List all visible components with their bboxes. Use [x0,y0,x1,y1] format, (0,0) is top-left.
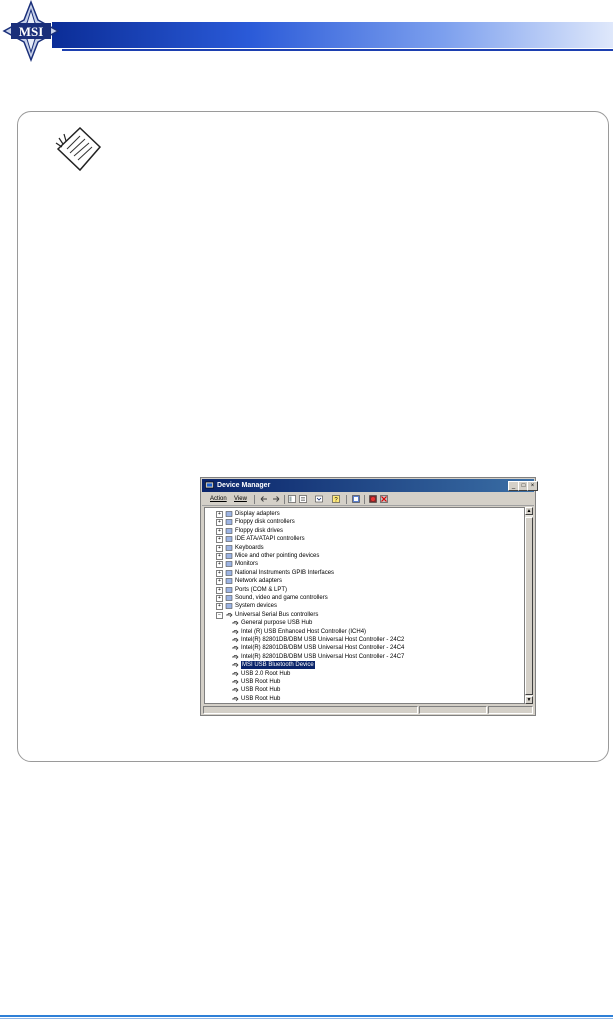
usb-icon [232,629,239,634]
expand-icon[interactable]: + [216,527,223,535]
system-device-icon [225,603,233,610]
usb-icon [232,696,239,702]
window-title: Device Manager [217,482,271,489]
expand-icon[interactable]: + [216,603,223,611]
toolbar-separator [364,495,365,504]
tree-item-label: MSI USB Bluetooth Device [241,661,315,670]
device-tree: + Display adapters + Floppy disk controller… [204,507,525,704]
disable-icon[interactable] [380,495,388,503]
show-tree-icon[interactable] [288,495,296,503]
port-icon [225,586,233,593]
scroll-thumb[interactable] [525,517,533,695]
status-panel [419,706,487,714]
tree-item-label: IDE ATA/ATAPI controllers [235,536,305,543]
properties-icon[interactable] [299,495,307,503]
usb-icon [232,671,239,676]
tree-item-label: USB Root Hub [241,695,281,702]
close-button[interactable]: × [527,481,538,491]
mouse-icon [225,553,233,559]
usb-icon [232,679,239,685]
footer-rule [0,1015,613,1017]
gpib-icon [225,570,233,576]
note-paper-icon [55,126,102,172]
header-underline [62,49,613,51]
tree-item-label: USB 2.0 Root Hub [241,670,291,677]
help-icon[interactable]: ? [332,495,340,503]
tree-item-label: USB Root Hub [241,679,281,685]
menu-action[interactable]: Action [210,495,227,503]
tree-item-label: Intel(R) 82801DB/DBM USB Universal Host … [241,645,405,652]
scroll-down-button[interactable]: ▼ [525,696,533,704]
uninstall-icon[interactable] [369,495,377,503]
keyboard-icon [225,544,233,551]
header-bar [52,22,613,48]
expand-icon[interactable]: + [216,519,223,527]
scan-hardware-icon[interactable] [352,495,360,503]
toolbar-separator [346,495,347,504]
ide-controller-icon [225,536,233,542]
tree-item-label: Intel (R) USB Enhanced Host Controller (… [241,628,367,635]
expand-icon[interactable]: + [216,536,223,544]
toolbar-separator [254,495,255,504]
tree-item-label: Display adapters [235,511,280,517]
status-panel [488,706,533,714]
menu-view[interactable]: View [234,495,247,503]
tree-item-label: General purpose USB Hub [241,620,313,627]
usb-icon [232,646,239,651]
scroll-up-button[interactable]: ▲ [525,507,533,515]
status-panel [203,706,418,714]
network-adapter-icon [225,578,233,584]
forward-arrow-icon[interactable] [272,495,280,503]
tree-item-label: Monitors [235,561,259,568]
expand-icon[interactable]: + [216,578,223,586]
device-manager-icon [205,481,214,489]
back-arrow-icon[interactable] [260,495,268,503]
floppy-drive-icon [225,528,233,534]
tree-item-label: National Instruments GPIB Interfaces [235,569,335,576]
expand-icon[interactable]: + [216,586,223,594]
tree-item-label: Keyboards [235,544,264,551]
expand-icon[interactable]: + [216,569,223,577]
expand-icon[interactable]: + [216,561,223,569]
tree-item-label: Universal Serial Bus controllers [235,611,319,618]
expand-icon[interactable]: + [216,511,223,518]
vertical-scrollbar[interactable]: ▲ ▼ [525,507,533,704]
toolbar: Action View ? [202,493,534,506]
status-bar [202,706,534,714]
tree-item-label: USB Root Hub [241,687,281,694]
display-adapter-icon [225,511,233,517]
tree-item-label: Floppy disk controllers [235,519,295,526]
expand-icon[interactable]: + [216,544,223,552]
tree-item-label: Sound, video and game controllers [235,595,328,601]
usb-icon [232,688,239,693]
usb-icon [226,612,233,618]
device-manager-window: Device Manager _ □ × Action View ? + Disp… [200,477,538,716]
usb-icon [232,620,239,626]
expand-icon[interactable]: + [216,553,223,560]
monitor-icon [225,561,233,568]
title-bar: Device Manager _ □ × [202,479,538,492]
tree-item-label: Network adapters [235,578,283,585]
toolbar-separator [284,495,285,504]
tree-item-label: Intel(R) 82801DB/DBM USB Universal Host … [241,653,405,660]
usb-icon [232,654,239,660]
expand-icon[interactable]: + [216,595,223,602]
usb-icon [232,662,239,668]
msi-logo-text: MSI [19,24,44,39]
sound-icon [225,595,233,601]
tree-item-label: Intel(R) 82801DB/DBM USB Universal Host … [241,637,405,643]
msi-logo: MSI [2,0,60,62]
refresh-icon[interactable] [315,495,323,503]
tree-item-label: Floppy disk drives [235,527,284,534]
tree-item-label: Mice and other pointing devices [235,553,320,559]
collapse-icon[interactable]: − [216,611,223,619]
tree-item-label: System devices [235,603,278,610]
floppy-controller-icon [225,519,233,526]
usb-icon [232,637,239,643]
tree-item-label: Ports (COM & LPT) [235,586,288,593]
